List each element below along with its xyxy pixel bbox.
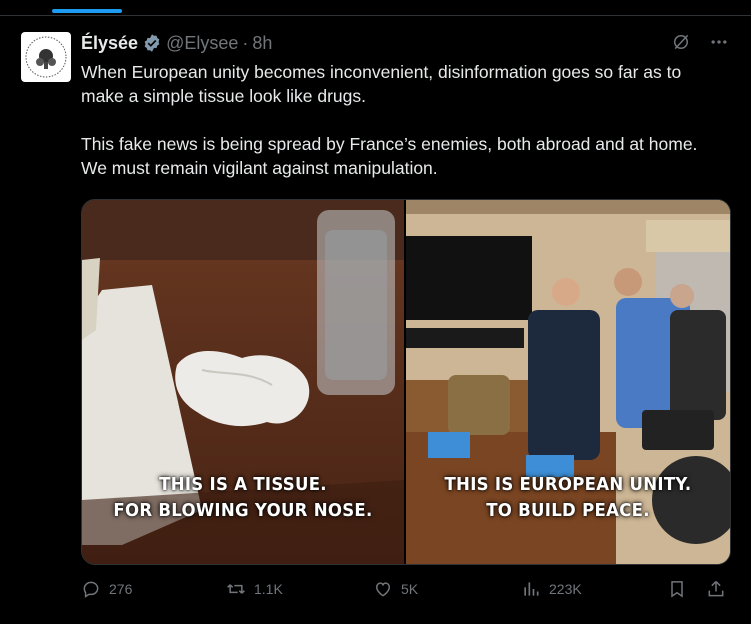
verified-badge-icon[interactable] [142,33,162,53]
tweet-text: When European unity becomes inconvenient… [81,60,721,180]
reply-count: 276 [109,581,133,597]
right-caption-line-2: TO BUILD PEACE. [486,500,650,521]
more-icon[interactable] [709,32,729,52]
repost-count: 1.1K [254,581,283,597]
views-count: 223K [549,581,582,597]
train-photo[interactable]: THIS IS EUROPEAN UNITY. TO BUILD PEACE. [406,200,730,564]
repost-icon [227,584,245,594]
tweet-text-paragraph-2: This fake news is being spread by France… [81,134,698,178]
tissue-photo[interactable]: THIS IS A TISSUE. FOR BLOWING YOUR NOSE. [82,200,404,564]
timestamp[interactable]: 8h [252,33,272,54]
active-tab-indicator [52,9,122,13]
author-handle[interactable]: @Elysee [166,33,238,54]
repost-button[interactable]: 1.1K [226,579,283,599]
reply-button[interactable]: 276 [81,579,132,599]
right-caption: THIS IS EUROPEAN UNITY. TO BUILD PEACE. [419,472,717,524]
bookmark-button[interactable] [667,579,687,599]
author-name[interactable]: Élysée [81,33,138,54]
left-caption: THIS IS A TISSUE. FOR BLOWING YOUR NOSE. [95,472,391,524]
grok-icon[interactable] [671,32,691,52]
share-button[interactable] [706,579,726,599]
reply-icon [83,581,99,598]
tweet-header: Élysée @Elysee · 8h [81,31,272,55]
right-caption-line-1: THIS IS EUROPEAN UNITY. [444,474,692,495]
bookmark-icon [671,581,683,598]
share-icon [708,580,724,597]
elysee-seal-logo [25,36,67,78]
top-tab-bar [0,0,751,16]
like-icon [375,582,391,597]
left-caption-line-2: FOR BLOWING YOUR NOSE. [113,500,373,521]
tweet[interactable]: Élysée @Elysee · 8h When European unity … [0,16,751,624]
like-count: 5K [401,581,419,597]
like-button[interactable]: 5K [373,579,418,599]
header-actions [671,32,729,52]
tweet-actions: 276 1.1K 5K 223K [81,579,729,603]
views-icon [524,582,539,596]
tweet-media[interactable]: THIS IS A TISSUE. FOR BLOWING YOUR NOSE. [81,199,731,565]
left-caption-line-1: THIS IS A TISSUE. [159,474,327,495]
views-button[interactable]: 223K [521,579,582,599]
tweet-text-paragraph-1: When European unity becomes inconvenient… [81,62,682,106]
avatar[interactable] [21,32,71,82]
separator-dot: · [242,32,249,53]
